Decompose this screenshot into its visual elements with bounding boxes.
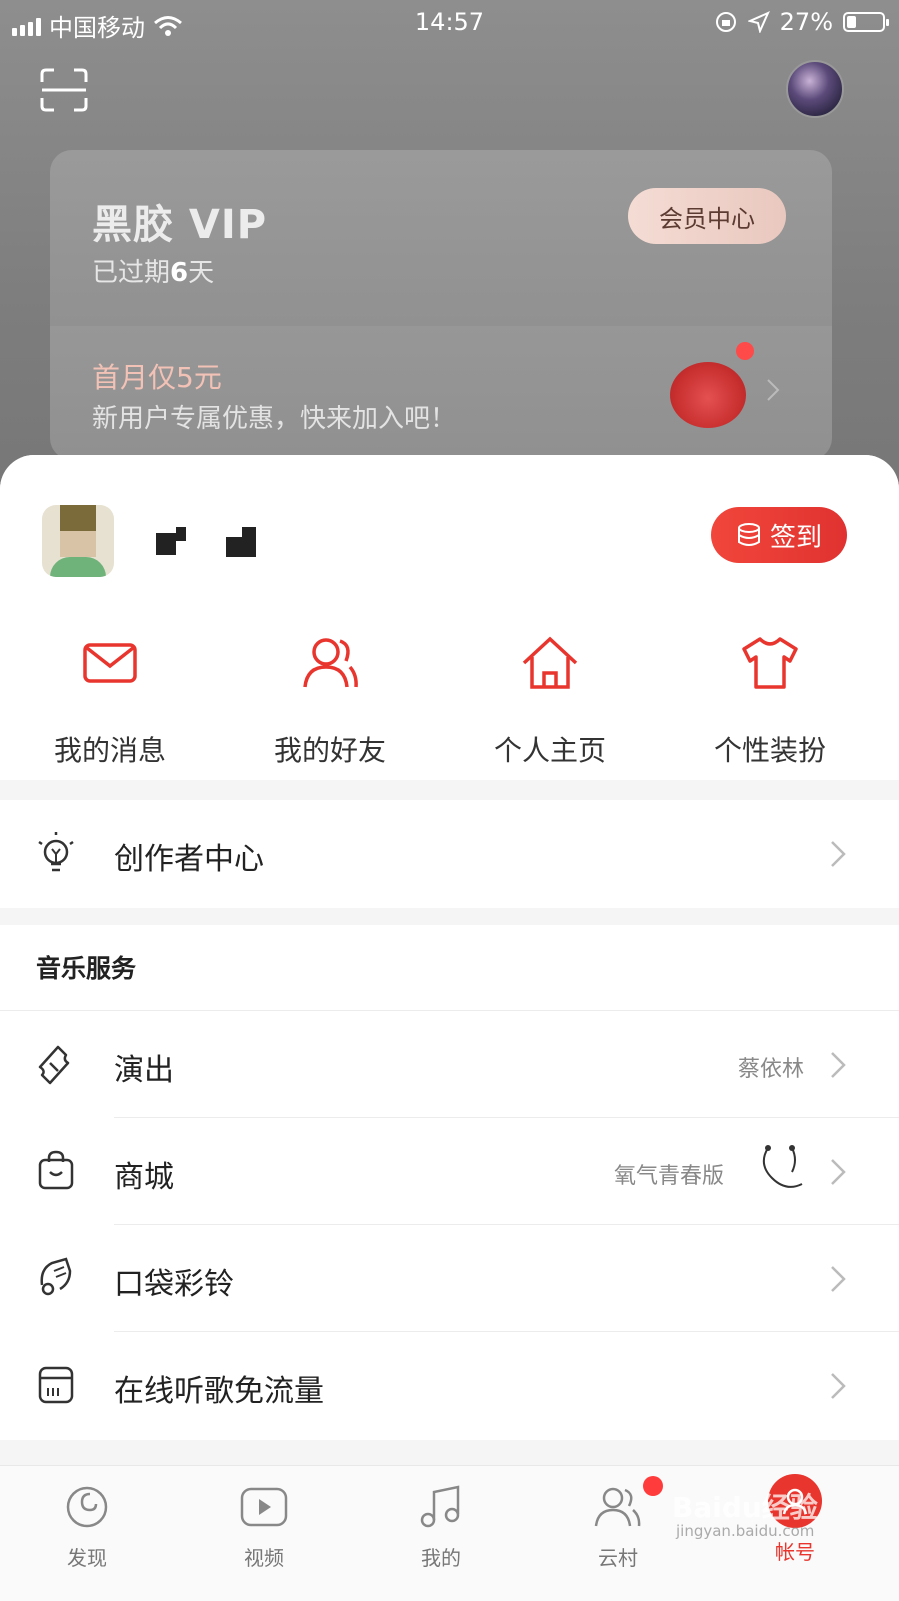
tab-discover[interactable]: 发现 [42,1484,132,1571]
earphones-thumbnail [762,1145,803,1188]
tab-label: 视频 [244,1546,284,1570]
service-label: 商城 [114,1160,174,1195]
community-icon [594,1487,641,1527]
service-label: 口袋彩铃 [114,1267,234,1302]
quick-actions: 我的消息 我的好友 个人主页 个性装扮 [0,635,899,767]
chevron-right-icon [831,841,846,867]
music-note-icon [420,1485,460,1528]
vip-center-button[interactable]: 会员中心 [628,188,786,244]
vip-header: 中国移动 14:57 27% 黑胶 VIP 已过期6天 会员中心 首月仅5元 新… [0,0,899,520]
vip-logo: 黑胶 VIP [92,202,268,248]
status-bar: 中国移动 14:57 27% [0,0,899,44]
ringtone-icon [40,1257,72,1296]
promo-title: 首月仅5元 [92,361,222,394]
music-services-section: 音乐服务 演出 蔡依林 商城 氧气青春版 口袋彩铃 在线听歌免流量 [0,925,899,1440]
ticket-icon [38,1045,70,1085]
service-hint: 蔡依林 [738,1057,805,1082]
battery-icon [843,12,889,32]
service-label: 演出 [114,1053,174,1088]
quick-action-messages[interactable]: 我的消息 [0,635,220,767]
service-row-mall[interactable]: 商城 氧气青春版 [0,1118,899,1225]
quick-action-label: 我的好友 [273,734,386,767]
video-icon [240,1487,288,1527]
mail-icon [83,643,137,683]
vip-promo[interactable]: 首月仅5元 新用户专属优惠，快来加入吧！ [50,326,832,460]
home-icon [522,636,578,689]
promo-subtitle: 新用户专属优惠，快来加入吧！ [92,404,457,434]
chevron-right-icon [831,1159,846,1185]
bag-icon [38,1150,74,1190]
tab-label: 我的 [421,1546,461,1570]
top-avatar[interactable] [786,60,844,118]
location-icon [747,11,770,33]
watermark: Baidu经验 [672,1491,818,1524]
rotation-lock-icon [715,12,736,32]
chevron-right-icon [767,379,780,401]
watermark-url: jingyan.baidu.com [676,1522,815,1540]
checkin-button[interactable]: 签到 [711,507,847,563]
quick-action-homepage[interactable]: 个人主页 [440,635,660,767]
vip-expiry: 已过期6天 [92,258,215,288]
service-row-free-data[interactable]: 在线听歌免流量 [0,1332,899,1439]
vip-card[interactable]: 黑胶 VIP 已过期6天 会员中心 首月仅5元 新用户专属优惠，快来加入吧！ [50,150,832,460]
service-label: 在线听歌免流量 [114,1374,324,1409]
battery-percent: 27% [779,8,833,36]
avatar[interactable] [42,505,114,577]
promo-badge-dot [736,342,754,360]
tab-label: 帐号 [775,1540,815,1564]
tab-community[interactable]: 云村 [573,1484,663,1571]
quick-action-label: 个性装扮 [713,734,826,767]
lightbulb-icon [38,832,74,872]
scan-icon[interactable] [40,68,88,112]
profile-section: 签到 我的消息 我的好友 个人主页 个性装扮 [0,455,899,780]
service-row-ringtone[interactable]: 口袋彩铃 [0,1225,899,1332]
tab-mine[interactable]: 我的 [396,1484,486,1571]
quick-action-label: 我的消息 [53,734,166,767]
quick-action-friends[interactable]: 我的好友 [220,635,440,767]
quick-action-label: 个人主页 [493,734,606,767]
creator-center-label: 创作者中心 [114,842,264,877]
friends-icon [303,638,358,688]
service-hint: 氧气青春版 [614,1164,725,1189]
service-row-shows[interactable]: 演出 蔡依林 [0,1011,899,1118]
data-card-icon [38,1366,74,1404]
chevron-right-icon [831,1052,846,1078]
username-obscured[interactable] [156,527,256,557]
chevron-right-icon [831,1373,846,1399]
tab-label: 发现 [67,1546,107,1570]
section-heading: 音乐服务 [36,954,137,983]
tab-video[interactable]: 视频 [219,1484,309,1571]
bottom-tab-bar: 发现 视频 我的 云村 帐号 Baidu经验 jingyan.baidu.com [0,1465,899,1601]
shirt-icon [742,637,798,689]
notification-dot [643,1476,663,1496]
quick-action-decoration[interactable]: 个性装扮 [660,635,880,767]
coins-icon [737,523,760,546]
promo-illustration [670,362,746,428]
tab-label: 云村 [598,1546,638,1570]
chevron-right-icon [831,1266,846,1292]
discover-icon [66,1486,108,1528]
account-sheet: 签到 我的消息 我的好友 个人主页 个性装扮 创作者中心 音乐服务 演出 蔡依林… [0,455,899,1465]
creator-center-row[interactable]: 创作者中心 [0,800,899,908]
